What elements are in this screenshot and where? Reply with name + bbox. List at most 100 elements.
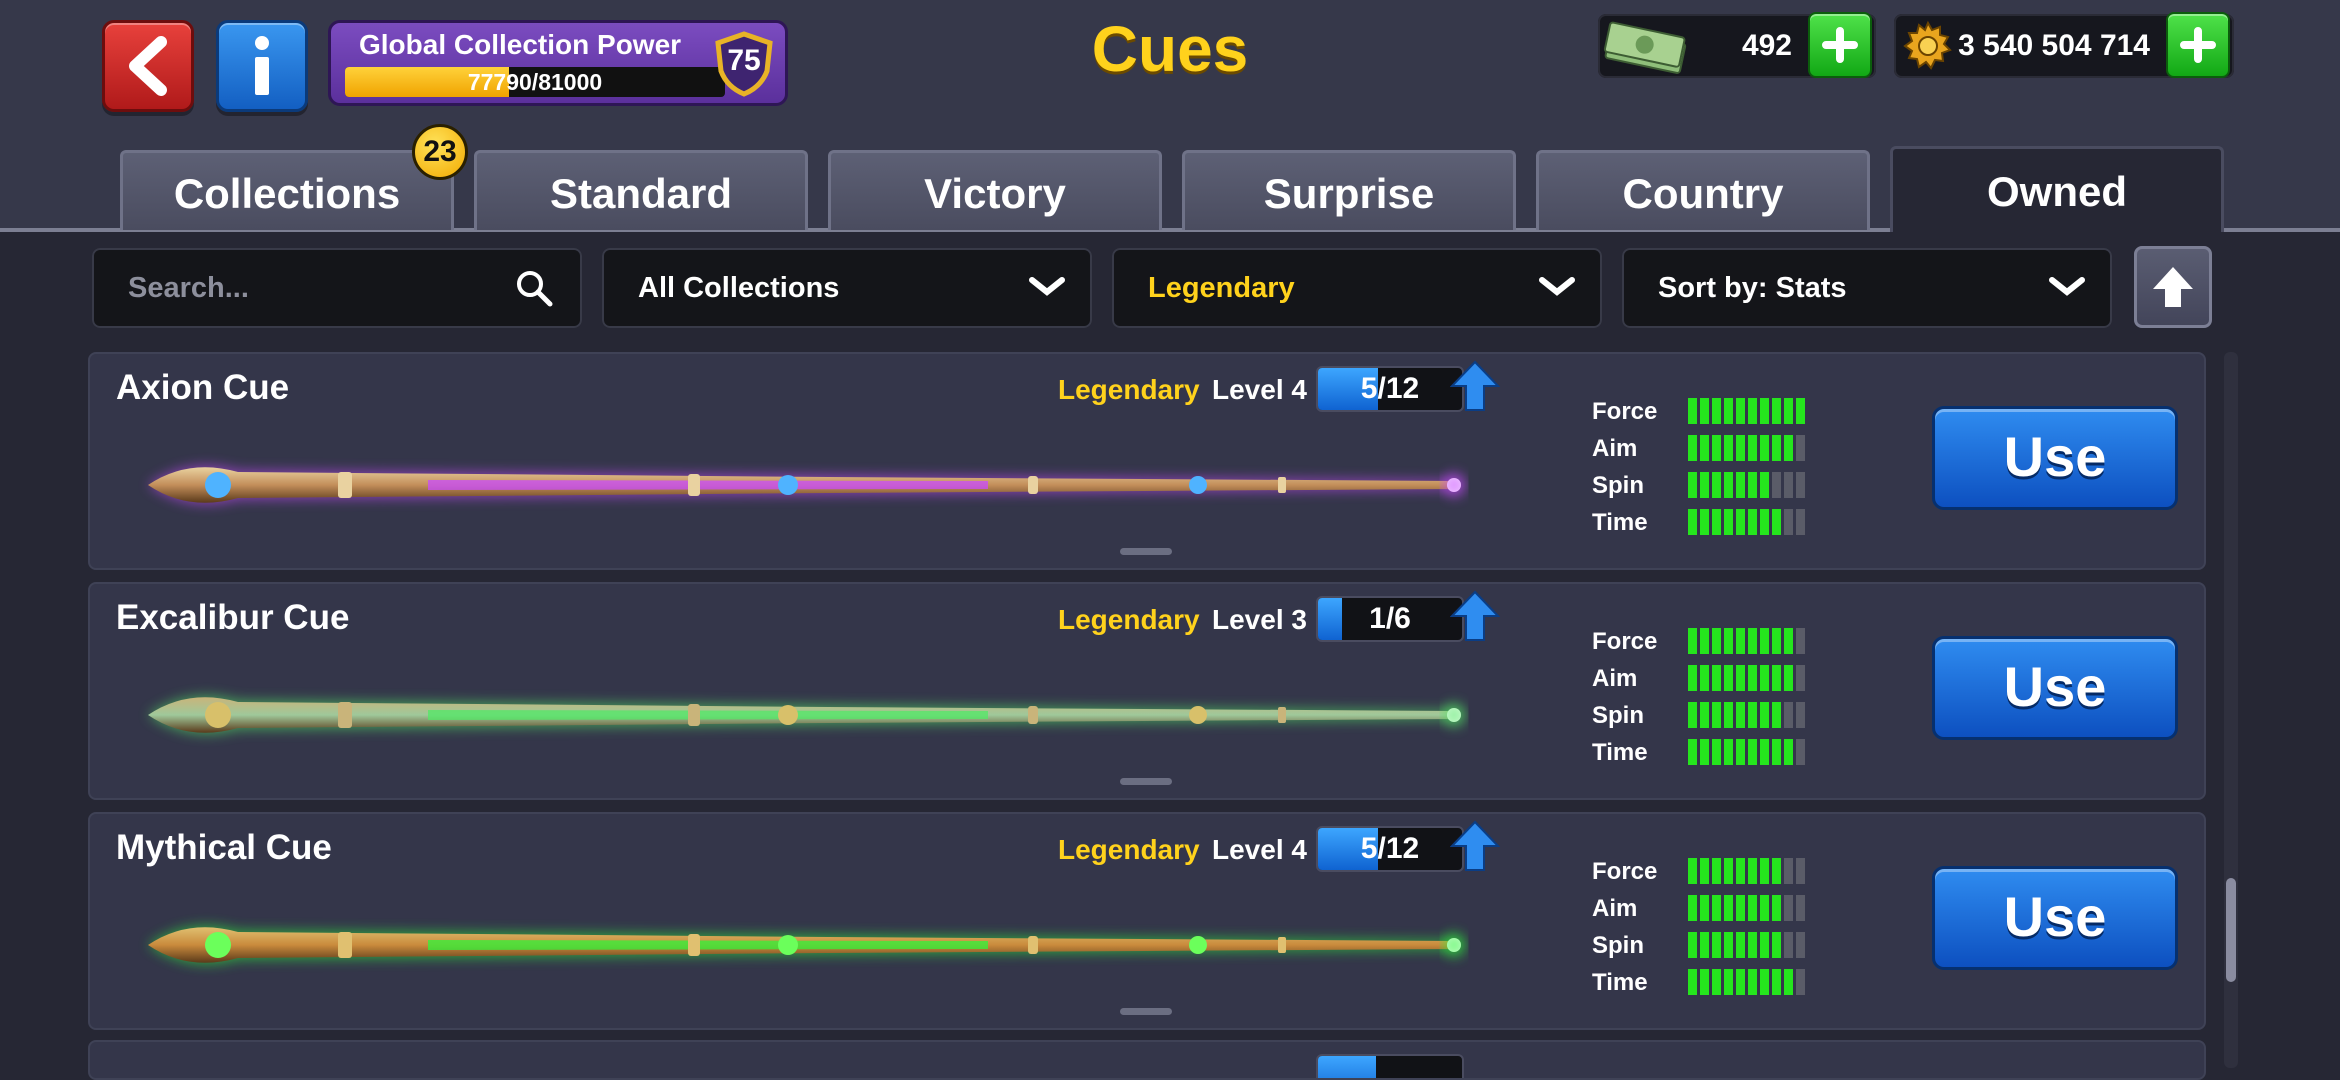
use-cue-button[interactable]: Use [1932,866,2178,970]
upgrade-arrow-icon[interactable] [1450,590,1500,642]
upgrade-arrow-icon[interactable] [1450,360,1500,412]
stat-bar [1688,435,1805,461]
add-cash-button[interactable] [1808,12,1872,78]
stat-segment [1736,628,1745,654]
use-cue-button[interactable]: Use [1932,406,2178,510]
stat-segment [1748,509,1757,535]
tab-owned[interactable]: Owned [1890,146,2224,232]
stat-name: Force [1592,858,1658,885]
stat-bar [1688,472,1805,498]
tab-victory[interactable]: Victory [828,150,1162,230]
scrollbar-thumb[interactable] [2226,878,2236,982]
stat-segment [1688,969,1697,995]
stat-segment [1688,858,1697,884]
stat-segment [1712,895,1721,921]
stat-segment [1772,858,1781,884]
chevron-down-icon [1539,277,1575,296]
stat-segment [1700,398,1709,424]
stat-segment [1724,969,1733,995]
stat-segment [1724,398,1733,424]
stat-segment [1688,472,1697,498]
stat-segment [1772,969,1781,995]
stat-segment [1736,895,1745,921]
sort-dropdown[interactable]: Sort by: Stats [1622,248,2112,328]
stat-segment [1760,509,1769,535]
stat-segment [1784,932,1793,958]
stat-segment [1736,509,1745,535]
rarity-dropdown[interactable]: Legendary [1112,248,1602,328]
stat-segment [1712,398,1721,424]
stat-segment [1760,398,1769,424]
stat-segment [1760,858,1769,884]
stat-segment [1688,702,1697,728]
stat-segment [1772,435,1781,461]
stat-segment [1748,665,1757,691]
stat-name: Aim [1592,895,1638,922]
stat-segment [1736,969,1745,995]
stat-segment [1784,739,1793,765]
stat-bar [1688,858,1805,884]
stat-segment [1700,932,1709,958]
stat-segment [1796,858,1805,884]
stat-segment [1724,472,1733,498]
search-input[interactable]: Search... [92,248,582,328]
plus-icon [1822,27,1858,63]
cue-card[interactable]: Mythical Cue Legendary Level 4 5/12 Forc… [88,812,2206,1030]
expand-handle[interactable] [1120,778,1172,785]
stat-segment [1772,398,1781,424]
tab-country[interactable]: Country [1536,150,1870,230]
plus-icon [2180,27,2216,63]
coins-value: 3 540 504 714 [1958,29,2150,62]
stat-segment [1700,969,1709,995]
stat-segment [1724,858,1733,884]
stat-segment [1772,509,1781,535]
cue-card[interactable]: Axion Cue Legendary Level 4 5/12 Force A… [88,352,2206,570]
stat-bar [1688,665,1805,691]
stat-segment [1724,628,1733,654]
use-cue-button[interactable]: Use [1932,636,2178,740]
stat-segment [1784,665,1793,691]
stat-segment [1688,628,1697,654]
stat-segment [1760,932,1769,958]
expand-handle[interactable] [1120,548,1172,555]
search-icon [517,271,553,307]
stat-segment [1700,509,1709,535]
tab-standard[interactable]: Standard [474,150,808,230]
stat-bar [1688,739,1805,765]
stat-segment [1712,472,1721,498]
stat-segment [1700,858,1709,884]
cue-name: Excalibur Cue [116,598,350,637]
cue-level: Level 4 [1212,834,1307,865]
stat-segment [1724,435,1733,461]
stat-segment [1688,739,1697,765]
tab-surprise[interactable]: Surprise [1182,150,1516,230]
collection-dropdown[interactable]: All Collections [602,248,1092,328]
stat-segment [1748,628,1757,654]
cue-card[interactable]: Excalibur Cue Legendary Level 3 1/6 Forc… [88,582,2206,800]
upgrade-arrow-icon[interactable] [1450,820,1500,872]
expand-handle[interactable] [1120,1008,1172,1015]
stat-segment [1796,702,1805,728]
sort-direction-button[interactable] [2134,246,2212,328]
cue-image [148,695,1466,735]
stat-segment [1736,398,1745,424]
stat-segment [1736,665,1745,691]
stat-name: Force [1592,398,1658,425]
stat-segment [1712,739,1721,765]
stat-segment [1784,398,1793,424]
add-coins-button[interactable] [2166,12,2230,78]
tab-collections[interactable]: Collections [120,150,454,230]
stat-segment [1700,895,1709,921]
stat-segment [1760,472,1769,498]
stat-segment [1760,702,1769,728]
stat-segment [1712,969,1721,995]
coin-icon [1903,20,1952,70]
stat-segment [1784,969,1793,995]
cue-image [148,925,1466,965]
level-progress-text: 5/12 [1360,372,1420,405]
stat-segment [1736,932,1745,958]
stat-bar [1688,509,1805,535]
cue-artwork [128,890,1478,1000]
stat-segment [1784,509,1793,535]
stat-segment [1760,435,1769,461]
